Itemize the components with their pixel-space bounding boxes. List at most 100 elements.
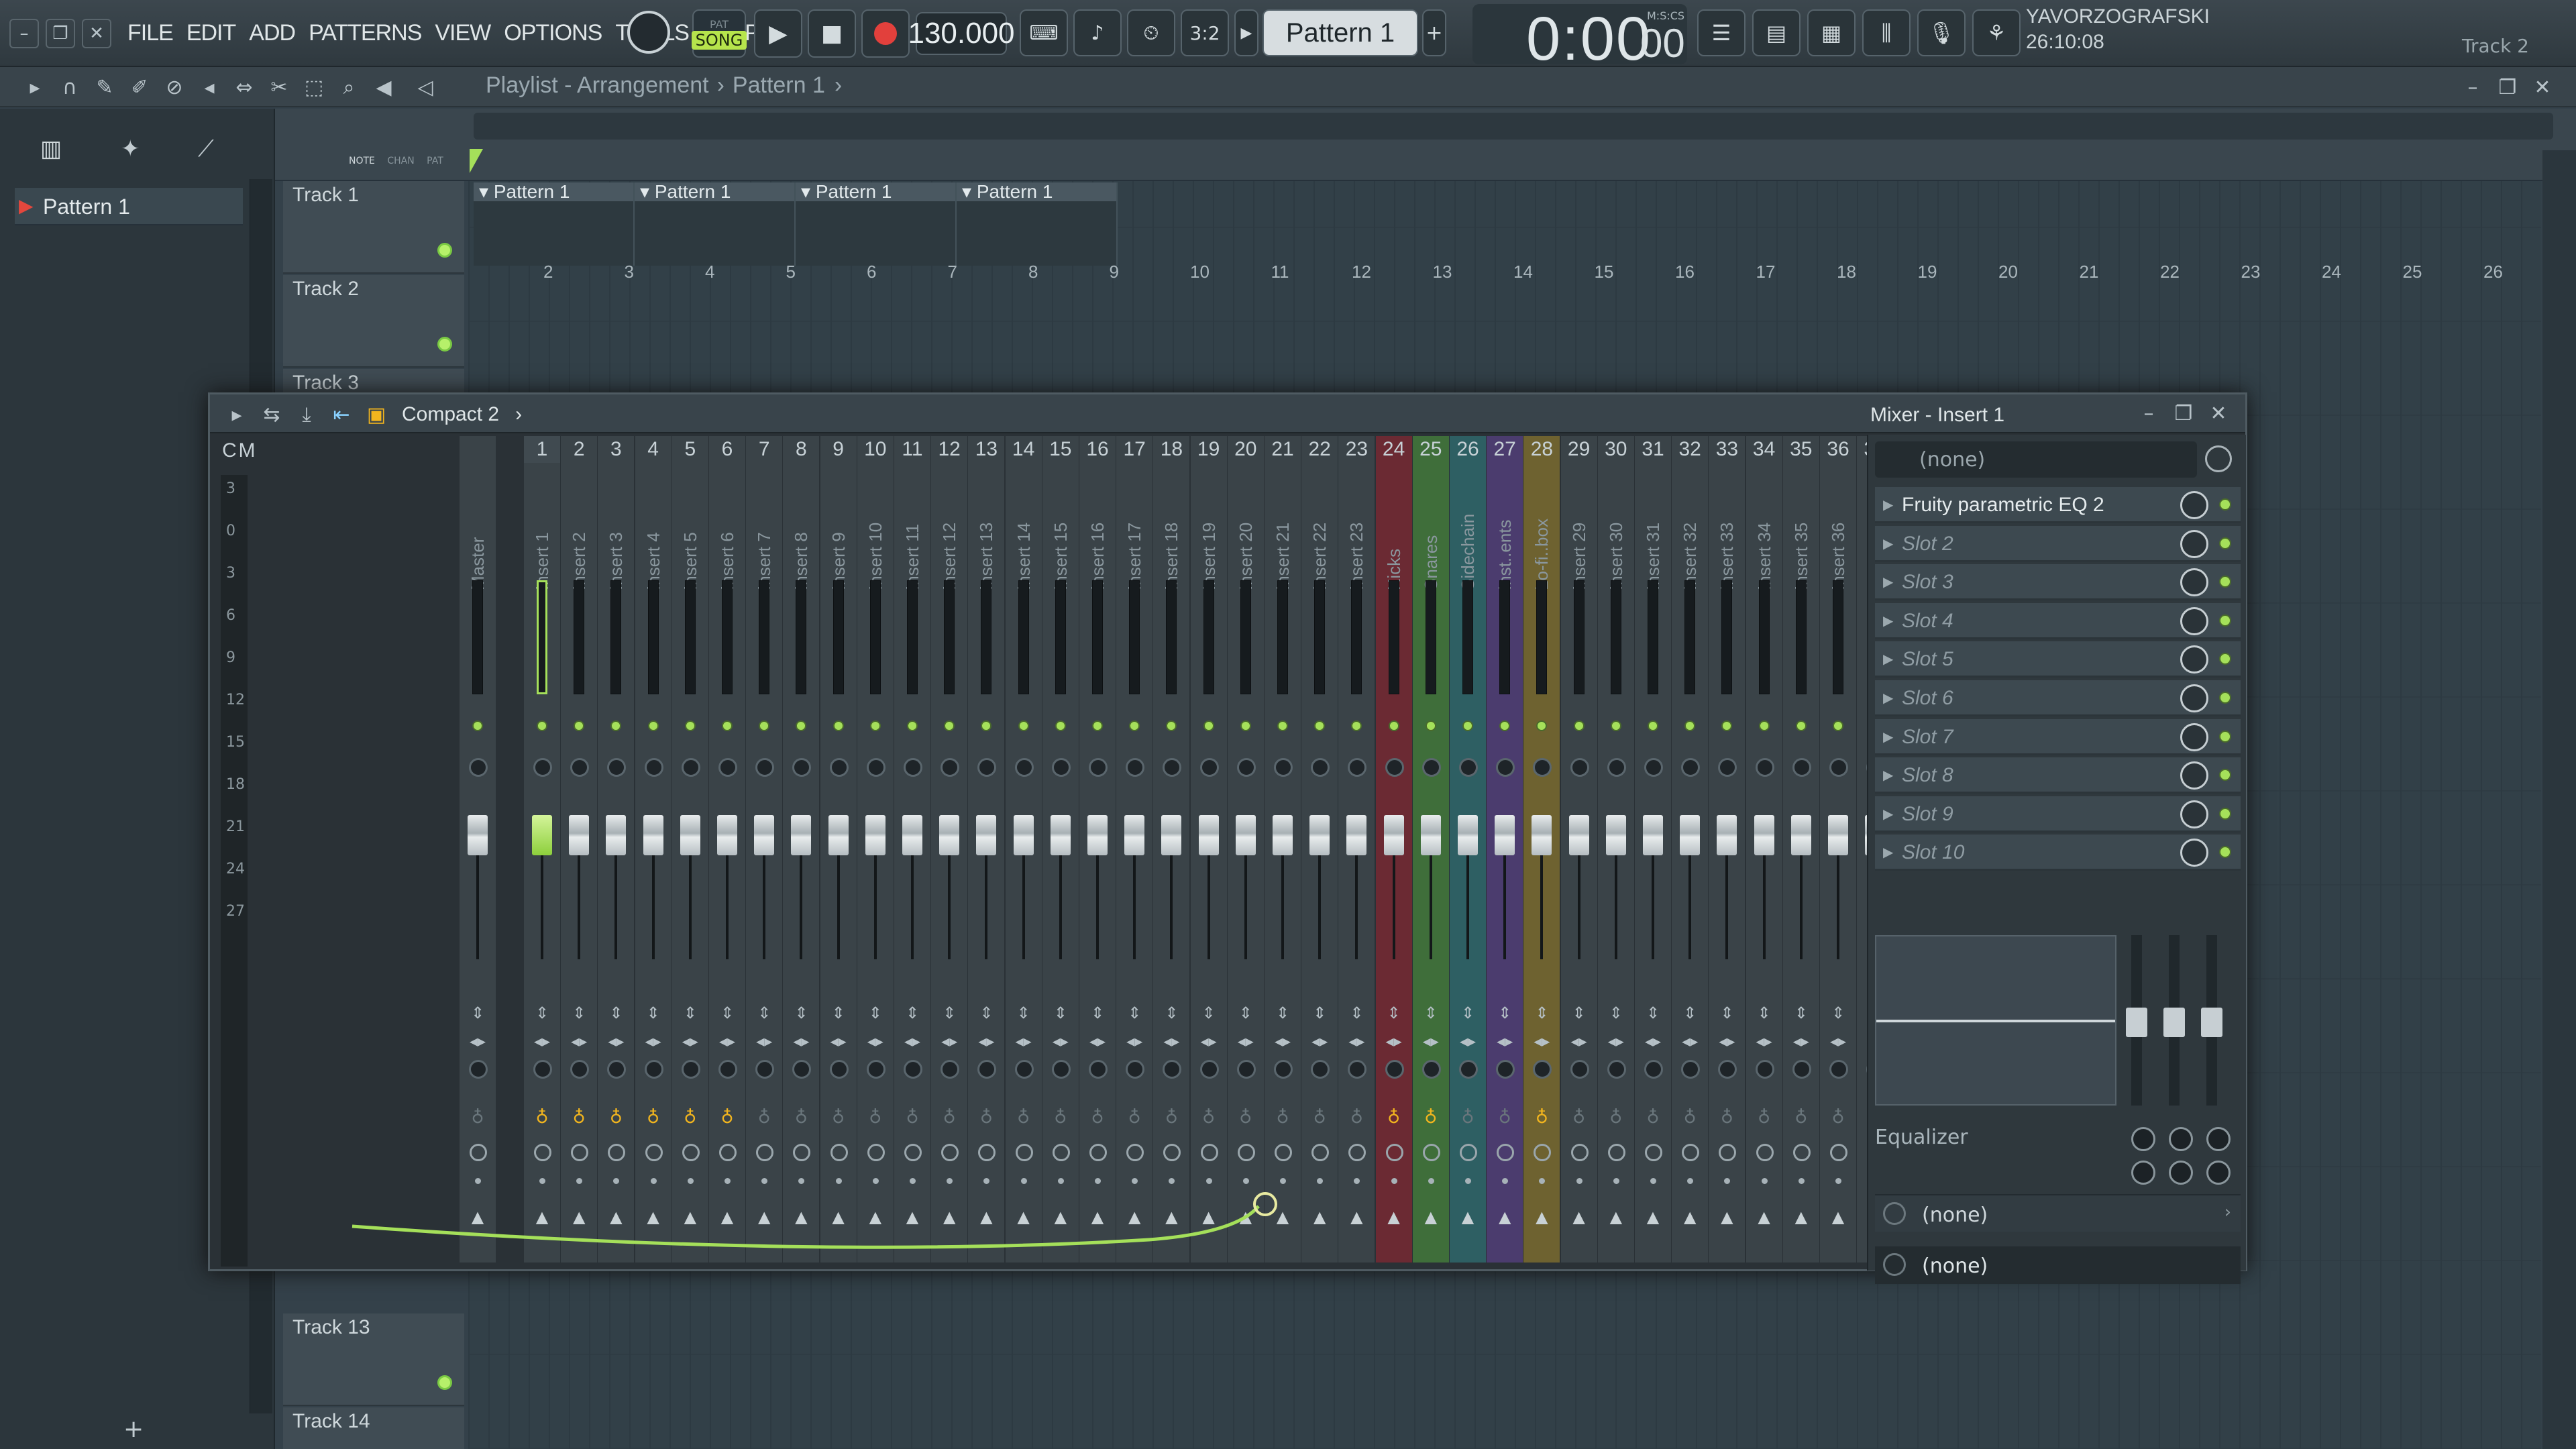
m-label[interactable]: M [238,437,256,464]
volume-fader[interactable] [643,815,663,855]
swap-icon[interactable]: ◂▸ [1274,1033,1291,1049]
stereo-sep-icon[interactable]: ⇕ [1348,1005,1365,1021]
pan-knob[interactable] [718,758,737,777]
fx-slot[interactable]: ▶ Slot 4 [1875,602,2241,639]
enable-led[interactable] [722,720,733,731]
pan-knob[interactable] [1126,758,1145,777]
phase-dot[interactable] [1057,1178,1064,1184]
swap-icon[interactable]: ◂▸ [718,1033,736,1049]
swap-icon[interactable]: ◂▸ [1718,1033,1735,1049]
slot-enable-led[interactable] [2219,498,2231,511]
stereo-sep-icon[interactable]: ⇕ [682,1005,699,1021]
stereo-sep-icon[interactable]: ⇕ [941,1005,958,1021]
volume-fader[interactable] [569,815,590,855]
slot-mix-knob[interactable] [2180,529,2208,558]
route-arrow-icon[interactable]: ▲ [1496,1208,1513,1226]
route-arrow-icon[interactable]: ▲ [570,1208,588,1226]
pan-knob[interactable] [533,758,552,777]
send-knob[interactable] [1163,1060,1182,1079]
swap-icon[interactable]: ◂▸ [1126,1033,1143,1049]
enable-led[interactable] [537,720,547,731]
latency-clock-icon[interactable] [1348,1144,1366,1161]
mixer-insert-strip[interactable]: 13 Insert 13 ⇕ ◂▸ ♁ ▲ [968,436,1005,1263]
slot-mix-knob[interactable] [2180,684,2208,712]
mixer-insert-strip[interactable]: 1 Insert 1 ⇕ ◂▸ ♁ ▲ [524,436,560,1263]
phase-dot[interactable] [1576,1178,1582,1184]
bulb-icon[interactable]: ♁ [1090,1107,1105,1128]
stereo-sep-icon[interactable]: ⇕ [1644,1005,1662,1021]
route-out-selector[interactable]: (none) [1875,1246,2241,1284]
paint-tool-icon[interactable]: ✐ [125,72,154,102]
bar-number[interactable]: 13 [1433,262,1452,288]
mixer-insert-strip[interactable]: 27 Inst..ents ⇕ ◂▸ ♁ ▲ [1487,436,1523,1263]
mixer-insert-strip[interactable]: 26 Sidechain ⇕ ◂▸ ♁ ▲ [1450,436,1486,1263]
menu-options[interactable]: OPTIONS [504,20,602,46]
phase-dot[interactable] [910,1178,916,1184]
pattern-clip[interactable]: ▾ Pattern 1 [957,182,1118,266]
pattern-prev-icon[interactable]: ▶ [1234,9,1258,56]
volume-fader[interactable] [1568,815,1589,855]
pan-knob[interactable] [1089,758,1108,777]
volume-fader[interactable] [1532,815,1552,855]
stereo-sep-icon[interactable]: ⇕ [1533,1005,1550,1021]
latency-clock-icon[interactable] [1052,1144,1070,1161]
enable-led[interactable] [1018,720,1029,731]
volume-fader[interactable] [1383,815,1404,855]
route-arrow-icon[interactable]: ▲ [1200,1208,1218,1226]
stereo-sep-icon[interactable]: ⇕ [792,1005,810,1021]
latency-clock-icon[interactable] [645,1144,663,1161]
swap-icon[interactable]: ◂▸ [1200,1033,1218,1049]
phase-dot[interactable] [798,1178,805,1184]
route-arrow-icon[interactable]: ▲ [1126,1208,1143,1226]
send-knob[interactable] [1274,1060,1293,1079]
snap-magnet-icon[interactable]: ∩ [55,72,85,102]
track-enable-led[interactable] [437,337,452,352]
mixer-master-strip[interactable]: Master ⇕ ◂▸ ♁ ▲ [460,436,496,1263]
enable-led[interactable] [1758,720,1770,731]
stereo-sep-icon[interactable]: ⇕ [1459,1005,1477,1021]
bar-number[interactable]: 14 [1513,262,1533,288]
bar-number[interactable]: 16 [1675,262,1695,288]
phase-dot[interactable] [687,1178,694,1184]
mixer-layout-icon[interactable]: ▣ [362,400,391,429]
volume-fader[interactable] [791,815,812,855]
phase-dot[interactable] [475,1178,481,1184]
stereo-sep-icon[interactable]: ⇕ [1052,1005,1069,1021]
route-arrow-icon[interactable]: ▲ [1718,1208,1735,1226]
route-arrow-icon[interactable]: ▲ [533,1208,551,1226]
mixer-insert-strip[interactable]: 8 Insert 8 ⇕ ◂▸ ♁ ▲ [783,436,820,1263]
mixer-insert-strip[interactable]: 7 Insert 7 ⇕ ◂▸ ♁ ▲ [746,436,783,1263]
mixer-icon[interactable]: ⫼ [1862,9,1911,56]
close-icon[interactable]: ✕ [2528,72,2557,102]
enable-led[interactable] [759,720,770,731]
select-tool-icon[interactable]: ⬚ [299,72,329,102]
enable-led[interactable] [684,720,696,731]
zoom-tool-icon[interactable]: ⌕ [334,72,364,102]
mixer-insert-strip[interactable]: 21 Insert 21 ⇕ ◂▸ ♁ ▲ [1265,436,1301,1263]
phase-dot[interactable] [613,1178,620,1184]
track-enable-led[interactable] [437,1375,452,1390]
enable-led[interactable] [1166,720,1177,731]
route-arrow-icon[interactable]: ▲ [607,1208,625,1226]
track-header[interactable]: Track 14 [283,1407,464,1449]
bar-number[interactable]: 21 [2080,262,2099,288]
swap-icon[interactable]: ◂▸ [1089,1033,1106,1049]
track-header[interactable]: Track 13 [283,1313,464,1406]
latency-clock-icon[interactable] [1015,1144,1033,1161]
enable-led[interactable] [869,720,881,731]
slot-expand-icon[interactable]: ▶ [1883,496,1893,513]
pan-knob[interactable] [1163,758,1182,777]
fx-slot[interactable]: ▶ Slot 10 [1875,835,2241,871]
enable-led[interactable] [1648,720,1658,731]
eq-knob-3[interactable] [2206,1127,2231,1151]
route-arrow-icon[interactable]: ▲ [1829,1208,1847,1226]
mixer-insert-strip[interactable]: 12 Insert 12 ⇕ ◂▸ ♁ ▲ [931,436,968,1263]
pan-knob[interactable] [1051,758,1071,777]
stereo-sep-icon[interactable]: ⇕ [1718,1005,1735,1021]
pan-knob[interactable] [1014,758,1034,777]
mixer-insert-strip[interactable]: 20 Insert 20 ⇕ ◂▸ ♁ ▲ [1227,436,1264,1263]
swap-icon[interactable]: ◂▸ [682,1033,699,1049]
phase-dot[interactable] [947,1178,953,1184]
swap-icon[interactable]: ◂▸ [1681,1033,1699,1049]
enable-led[interactable] [981,720,992,731]
